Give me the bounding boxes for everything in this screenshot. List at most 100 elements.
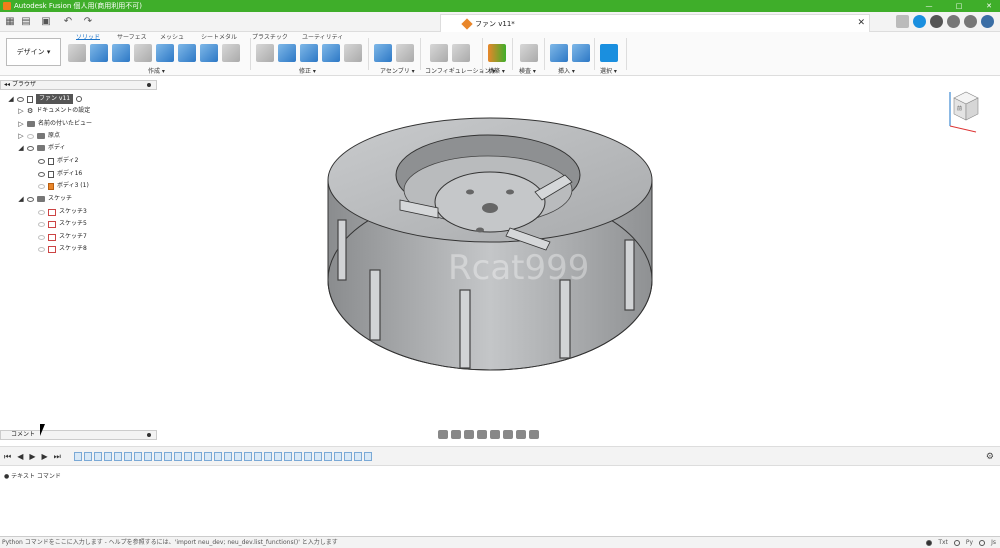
comments-pin-icon[interactable] [147,433,151,437]
grid-settings-icon[interactable] [516,429,526,439]
configure-table-icon[interactable] [452,44,470,62]
tree-item-sketch7[interactable]: スケッチ7 [38,232,87,242]
expand-icon[interactable]: ▷ [18,131,24,141]
activate-radio[interactable] [76,96,83,102]
play-icon[interactable]: ▶ [29,452,35,462]
python-command-bar[interactable]: Python コマンドをここに入力します - ヘルプを参照するには、'impor… [0,536,1000,548]
ribbon-tab-solid[interactable]: ソリッド [76,32,101,41]
tree-item-bodies[interactable]: ◢ ボディ [18,143,65,153]
timeline-settings-icon[interactable]: ⚙ [986,452,994,462]
group-assemble[interactable]: アセンブリ ▾ [380,66,415,75]
new-component-icon[interactable] [374,44,392,62]
move-icon[interactable] [344,44,362,62]
viewport-model[interactable] [320,110,660,380]
browser-pin-icon[interactable] [147,83,151,87]
timeline-features[interactable] [74,452,372,461]
expand-text-cmd-icon[interactable]: ● [4,473,9,480]
maximize-button[interactable]: □ [954,0,964,12]
construct-plane-icon[interactable] [488,44,506,62]
look-at-icon[interactable] [451,429,461,439]
undo-icon[interactable]: ↶ [62,16,74,28]
group-modify[interactable]: 修正 ▾ [299,66,316,75]
close-tab-icon[interactable]: ✕ [857,18,865,28]
txt-mode-radio[interactable] [926,539,933,546]
document-tab[interactable]: ファン v11* ✕ [440,14,870,32]
create-sketch-icon[interactable] [68,44,86,62]
tree-item-sketch5[interactable]: スケッチ5 [38,219,87,229]
visibility-icon[interactable] [27,196,34,202]
notifications-icon[interactable] [947,15,960,28]
visibility-icon[interactable] [38,221,45,227]
configure-icon[interactable] [430,44,448,62]
new-tab-icon[interactable] [896,15,909,28]
insert-image-icon[interactable] [572,44,590,62]
expand-icon[interactable]: ▷ [18,106,24,116]
step-forward-icon[interactable]: ▶ [42,452,48,462]
insert-derive-icon[interactable] [550,44,568,62]
group-configure[interactable]: コンフィギュレーション ▾ [425,66,495,75]
collapse-browser-icon[interactable]: ◂◂ [4,81,10,88]
text-commands-header[interactable]: ● テキスト コマンド [0,472,1000,482]
ribbon-tab-surface[interactable]: サーフェス [117,32,147,41]
group-construct[interactable]: 構築 ▾ [488,66,505,75]
visibility-icon[interactable] [38,183,45,189]
step-back-icon[interactable]: ◀ [17,452,23,462]
joint-icon[interactable] [396,44,414,62]
ribbon-tab-sheetmetal[interactable]: シートメタル [201,32,237,41]
visibility-icon[interactable] [27,145,34,151]
group-insert[interactable]: 挿入 ▾ [558,66,575,75]
zoom-icon[interactable] [477,429,487,439]
viewcube[interactable]: 前 [946,86,980,134]
job-status-icon[interactable] [930,15,943,28]
user-avatar[interactable] [981,15,994,28]
tree-item-origin[interactable]: ▷ 原点 [18,131,60,141]
grid-menu-icon[interactable]: ▦ [4,16,16,28]
save-icon[interactable]: ▣ [40,16,52,28]
visibility-icon[interactable] [38,171,45,177]
select-icon[interactable] [600,44,618,62]
visibility-icon[interactable] [38,234,45,240]
visibility-icon[interactable] [38,209,45,215]
visibility-icon[interactable] [38,246,45,252]
press-pull-icon[interactable] [256,44,274,62]
tree-item-doc-settings[interactable]: ▷ ⚙ ドキュメントの設定 [18,106,90,116]
browser-panel-header[interactable]: ◂◂ ブラウザ [0,80,157,90]
hole-icon[interactable] [134,44,152,62]
expand-icon[interactable]: ◢ [8,94,14,104]
help-icon[interactable] [964,15,977,28]
expand-icon[interactable]: ◢ [18,143,24,153]
tree-item-sketches[interactable]: ◢ スケッチ [18,194,72,204]
extensions-icon[interactable] [913,15,926,28]
expand-icon[interactable]: ◢ [18,194,24,204]
tree-item-sketch3[interactable]: スケッチ3 [38,207,87,217]
chamfer-icon[interactable] [300,44,318,62]
fit-icon[interactable] [490,429,500,439]
workspace-switcher[interactable]: デザイン ▾ [6,38,61,66]
group-inspect[interactable]: 検査 ▾ [519,66,536,75]
revolve-icon[interactable] [112,44,130,62]
comments-panel-header[interactable]: コメント [0,430,157,440]
visibility-icon[interactable] [27,133,34,139]
display-settings-icon[interactable] [503,429,513,439]
go-to-start-icon[interactable]: ⏮ [4,452,11,462]
cylinder-icon[interactable] [178,44,196,62]
expand-icon[interactable]: ▷ [18,119,24,129]
box-icon[interactable] [156,44,174,62]
visibility-icon[interactable] [38,158,45,164]
file-menu-icon[interactable]: ▤ [20,16,32,28]
group-select[interactable]: 選択 ▾ [600,66,617,75]
pan-icon[interactable] [464,429,474,439]
mirror-icon[interactable] [222,44,240,62]
tree-item-sketch8[interactable]: スケッチ8 [38,244,87,254]
redo-icon[interactable]: ↷ [82,16,94,28]
py-mode-radio[interactable] [953,539,960,546]
extrude-icon[interactable] [90,44,108,62]
tree-root[interactable]: ◢ ファン v11 [8,94,83,104]
tree-item-named-views[interactable]: ▷ 名前の付いたビュー [18,119,92,129]
tree-item-body16[interactable]: ボディ16 [38,169,82,179]
ribbon-tab-mesh[interactable]: メッシュ [160,32,184,41]
ribbon-tab-plastic[interactable]: プラスチック [252,32,288,41]
orbit-icon[interactable] [438,429,448,439]
js-mode-radio[interactable] [979,539,986,546]
shell-icon[interactable] [322,44,340,62]
